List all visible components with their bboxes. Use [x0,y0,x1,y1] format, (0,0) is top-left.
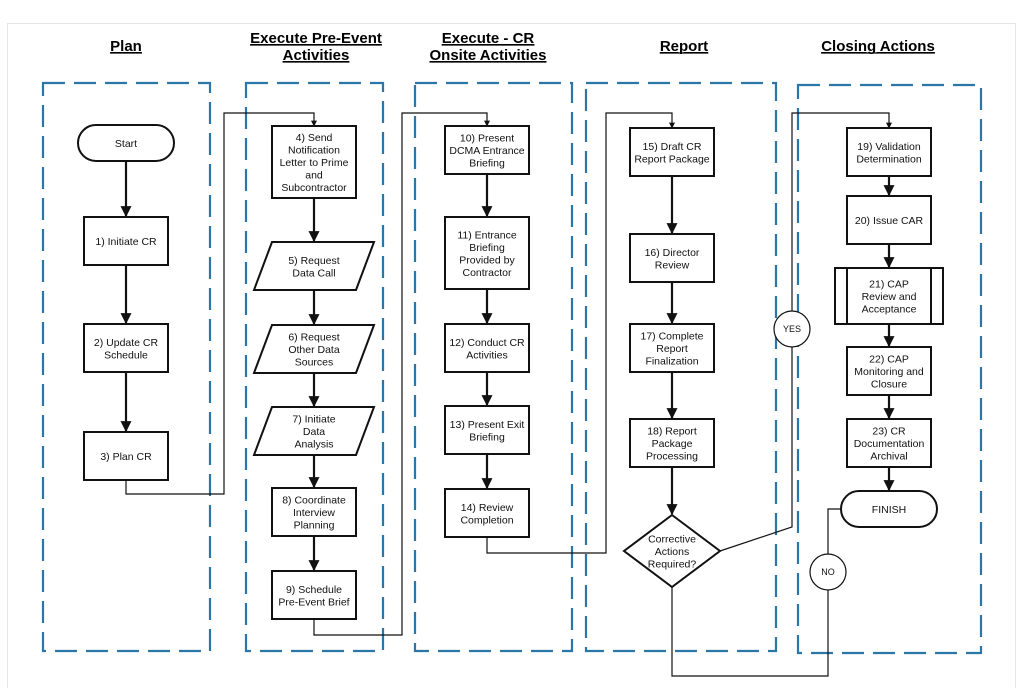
node-label: Report [656,343,688,355]
node-label: Pre-Event Brief [278,596,349,608]
node-n4-process[interactable]: 4) SendNotificationLetter to PrimeandSub… [271,125,357,199]
node-n13-process[interactable]: 13) Present ExitBriefing [444,405,530,455]
node-label: 6) Request [288,332,339,344]
node-label: 7) Initiate [292,414,335,426]
node-label: Subcontractor [281,182,347,194]
node-n22-process[interactable]: 22) CAPMonitoring andClosure [846,346,932,396]
node-n20-process[interactable]: 20) Issue CAR [846,195,932,245]
node-n11-process[interactable]: 11) EntranceBriefingProvided byContracto… [444,216,530,290]
node-n7-data[interactable]: 7) InitiateDataAnalysis [252,406,376,456]
node-label: Review and [862,291,917,303]
node-finish-terminator[interactable]: FINISH [840,490,938,528]
node-n1-process[interactable]: 1) Initiate CR [83,216,169,266]
node-label: 16) Director [645,247,700,259]
connector-label-no: NO [809,553,847,591]
node-label: 8) Coordinate [282,495,346,507]
node-label: Sources [295,357,334,369]
node-label: Briefing [469,242,505,254]
node-label: Finalization [645,356,698,368]
node-n5-data[interactable]: 5) RequestData Call [252,241,376,291]
node-n8-process[interactable]: 8) CoordinateInterviewPlanning [271,487,357,537]
node-label: Data [303,426,325,438]
connector-label-text: NO [821,567,835,577]
node-label: Interview [293,507,335,519]
node-label: Contractor [462,267,512,279]
node-label: 3) Plan CR [100,451,152,463]
node-label: 9) Schedule [286,584,342,596]
node-label: Other Data [288,344,340,356]
node-label: and [305,170,323,182]
node-label: Package [652,438,693,450]
node-n2-process[interactable]: 2) Update CRSchedule [83,323,169,373]
node-n19-process[interactable]: 19) ValidationDetermination [846,127,932,177]
node-label: 14) Review [461,502,514,514]
node-n15-process[interactable]: 15) Draft CRReport Package [629,127,715,177]
node-label: Schedule [104,349,148,361]
node-label: Data Call [292,267,335,279]
node-label: Required? [648,559,697,571]
node-n12-process[interactable]: 12) Conduct CRActivities [444,323,530,373]
node-n10-process[interactable]: 10) PresentDCMA EntranceBriefing [444,125,530,175]
node-label: FINISH [872,504,906,516]
node-label: 23) CR [872,426,906,438]
node-label: 19) Validation [857,141,921,153]
nodes-layer: Start 1) Initiate CR 2) Update CRSchedule 3… [77,124,944,620]
node-label: Completion [460,514,513,526]
node-label: Actions [655,546,689,558]
node-label: 21) CAP [869,279,909,291]
node-label: Documentation [854,438,925,450]
node-label: Monitoring and [854,366,924,378]
node-label: Analysis [294,439,333,451]
node-label: 20) Issue CAR [855,215,924,227]
node-label: 11) Entrance [457,229,516,241]
connector-label-text: YES [783,324,801,334]
node-label: Acceptance [862,304,917,316]
node-label: Review [655,259,690,271]
node-label: Planning [294,520,335,532]
node-label: Processing [646,451,698,463]
node-label: Briefing [469,431,505,443]
node-label: Report Package [634,153,709,165]
node-label: Closure [871,379,907,391]
node-n17-process[interactable]: 17) CompleteReportFinalization [629,323,715,373]
node-label: 15) Draft CR [643,141,702,153]
node-label: Corrective [648,534,696,546]
connectors-layer [120,112,895,677]
node-n9-process[interactable]: 9) SchedulePre-Event Brief [271,570,357,620]
node-label: Activities [466,349,507,361]
node-label: Start [115,138,137,150]
node-label: 13) Present Exit [450,419,525,431]
node-n21-predefined[interactable]: 21) CAPReview andAcceptance [834,267,944,325]
node-n6-data[interactable]: 6) RequestOther DataSources [252,324,376,374]
node-label: Letter to Prime [280,157,349,169]
connector-labels-layer: YES NO [773,310,847,591]
node-label: 5) Request [288,255,339,267]
node-n18-process[interactable]: 18) ReportPackageProcessing [629,418,715,468]
node-n16-process[interactable]: 16) DirectorReview [629,233,715,283]
node-label: 22) CAP [869,354,909,366]
node-label: 17) Complete [640,331,703,343]
node-label: Notification [288,145,340,157]
node-label: 4) Send [296,132,333,144]
node-decision-decision[interactable]: CorrectiveActionsRequired? [622,513,722,589]
node-n3-process[interactable]: 3) Plan CR [83,431,169,481]
node-n23-process[interactable]: 23) CRDocumentationArchival [846,418,932,468]
node-label: 10) Present [460,133,514,145]
node-label: 2) Update CR [94,337,159,349]
node-start-terminator[interactable]: Start [77,124,175,162]
node-label: 18) Report [647,426,697,438]
node-label: Determination [856,153,922,165]
node-label: Briefing [469,158,505,170]
flowchart: Plan Execute Pre-EventActivitiesExecute -… [41,30,983,677]
node-label: 1) Initiate CR [95,236,157,248]
node-label: DCMA Entrance [449,145,524,157]
node-label: 12) Conduct CR [449,337,525,349]
connector-label-yes: YES [773,310,811,348]
node-label: Archival [870,451,907,463]
node-label: Provided by [459,254,515,266]
node-n14-process[interactable]: 14) ReviewCompletion [444,488,530,538]
